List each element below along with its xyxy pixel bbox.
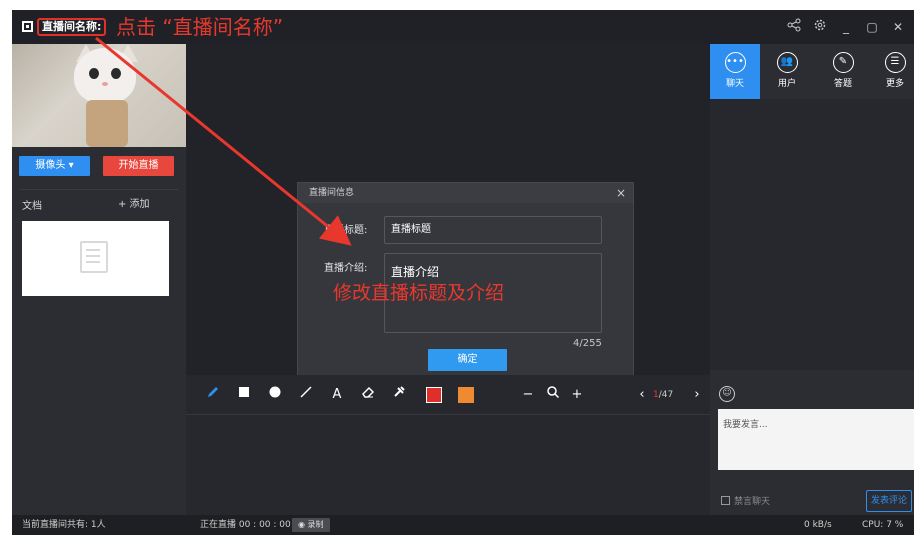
rectangle-icon[interactable] <box>235 385 253 405</box>
whiteboard-area: 直播间信息 × 直播标题: 直播标题 直播介绍: 直播介绍 4/255 确定 <box>186 44 710 387</box>
dialog-close-icon[interactable]: × <box>615 183 627 203</box>
page-total: /47 <box>658 390 674 400</box>
minimize-icon[interactable]: _ <box>838 18 854 36</box>
camera-preview <box>12 44 186 147</box>
page-next-icon[interactable]: › <box>691 385 703 405</box>
network-speed: 0 kB/s <box>804 520 832 530</box>
whiteboard-lower-area <box>186 416 710 515</box>
tab-chat[interactable]: ••• 聊天 <box>710 44 760 99</box>
page-indicator: 1/47 <box>653 385 673 405</box>
right-panel: ••• 聊天 👥 用户 ✎ 答题 ☰ 更多 ☺ 我要发言... 禁言聊天 发表评… <box>710 44 914 515</box>
title-label: 直播标题: <box>324 225 368 236</box>
room-name-button[interactable]: 直播间名称: <box>37 18 107 36</box>
cat-eye <box>89 68 99 79</box>
viewer-count: 当前直播间共有: 1人 <box>22 520 106 530</box>
app-logo-icon <box>22 21 33 32</box>
dialog-header: 直播间信息 × <box>298 183 633 203</box>
camera-button[interactable]: 摄像头 ▾ <box>19 156 90 176</box>
tab-label: 更多 <box>885 79 904 89</box>
maximize-icon[interactable]: ▢ <box>864 18 880 36</box>
more-icon: ☰ <box>884 52 906 73</box>
chat-icon: ••• <box>724 52 746 73</box>
clear-icon[interactable] <box>390 385 408 405</box>
line-icon[interactable] <box>297 385 315 405</box>
emoji-icon[interactable]: ☺ <box>719 386 735 402</box>
send-comment-button[interactable]: 发表评论 <box>866 490 912 512</box>
annotation-click-room-name: 点击 “直播间名称” <box>116 15 284 39</box>
intro-label: 直播介绍: <box>324 263 368 274</box>
status-bar: 当前直播间共有: 1人 正在直播 00 : 00 : 00 ◉ 录制 0 kB/… <box>12 515 914 535</box>
window-controls: _ ▢ ✕ <box>786 18 906 36</box>
users-icon: 👥 <box>776 52 798 73</box>
annotation-edit-title-intro: 修改直播标题及介绍 <box>333 282 505 304</box>
left-panel: 摄像头 ▾ 开始直播 文档 + 添加 <box>12 44 186 515</box>
cat-eye <box>111 68 121 79</box>
dialog-title: 直播间信息 <box>309 188 355 198</box>
cat-head <box>74 48 136 104</box>
zoom-in-icon[interactable]: + <box>569 385 585 405</box>
start-live-button[interactable]: 开始直播 <box>103 156 174 176</box>
tab-label: 聊天 <box>725 79 744 89</box>
tab-users[interactable]: 👥 用户 <box>762 44 812 99</box>
tab-more[interactable]: ☰ 更多 <box>870 44 914 99</box>
tab-answer[interactable]: ✎ 答题 <box>818 44 868 99</box>
close-icon[interactable]: ✕ <box>890 18 906 36</box>
right-tabs: ••• 聊天 👥 用户 ✎ 答题 ☰ 更多 <box>710 44 914 99</box>
mute-chat-label: 禁言聊天 <box>734 497 771 507</box>
live-timer: 正在直播 00 : 00 : 00 <box>200 520 291 530</box>
cpu-usage: CPU: 7 % <box>862 520 904 530</box>
divider <box>20 189 178 190</box>
circle-icon[interactable] <box>266 385 284 405</box>
zoom-out-icon[interactable]: − <box>520 385 536 405</box>
documents-label: 文档 <box>22 201 42 212</box>
add-document-button[interactable]: + 添加 <box>118 195 150 210</box>
title-input[interactable]: 直播标题 <box>384 216 602 244</box>
text-icon[interactable]: A <box>328 385 346 405</box>
confirm-button[interactable]: 确定 <box>428 349 507 371</box>
tab-label: 用户 <box>777 79 796 89</box>
settings-icon[interactable] <box>812 18 828 36</box>
tab-label: 答题 <box>833 79 852 89</box>
pencil-icon[interactable] <box>204 385 222 405</box>
message-input[interactable]: 我要发言... <box>718 409 914 470</box>
pen-icon: ✎ <box>832 52 854 73</box>
cat-body <box>86 100 128 147</box>
record-label: 录制 <box>307 520 324 529</box>
zoom-search-icon[interactable] <box>544 385 562 405</box>
whiteboard-toolbar: A − + ‹ 1/47 › <box>186 375 710 415</box>
document-card[interactable] <box>22 221 169 296</box>
document-icon <box>80 241 108 273</box>
page-prev-icon[interactable]: ‹ <box>636 385 648 405</box>
char-count: 4/255 <box>573 338 602 349</box>
color-orange-swatch[interactable] <box>458 387 474 403</box>
chat-messages-area <box>710 99 914 370</box>
share-icon[interactable] <box>786 18 802 36</box>
color-red-swatch[interactable] <box>426 387 442 403</box>
record-button[interactable]: ◉ 录制 <box>292 518 330 532</box>
eraser-icon[interactable] <box>359 385 377 405</box>
title-bar: 直播间名称: 点击 “直播间名称” _ ▢ ✕ <box>12 10 914 44</box>
cat-nose <box>102 82 108 86</box>
app-window: 直播间名称: 点击 “直播间名称” _ ▢ ✕ 摄像头 ▾ 开始直播 文档 + … <box>12 10 914 535</box>
mute-chat-checkbox[interactable] <box>721 496 730 505</box>
